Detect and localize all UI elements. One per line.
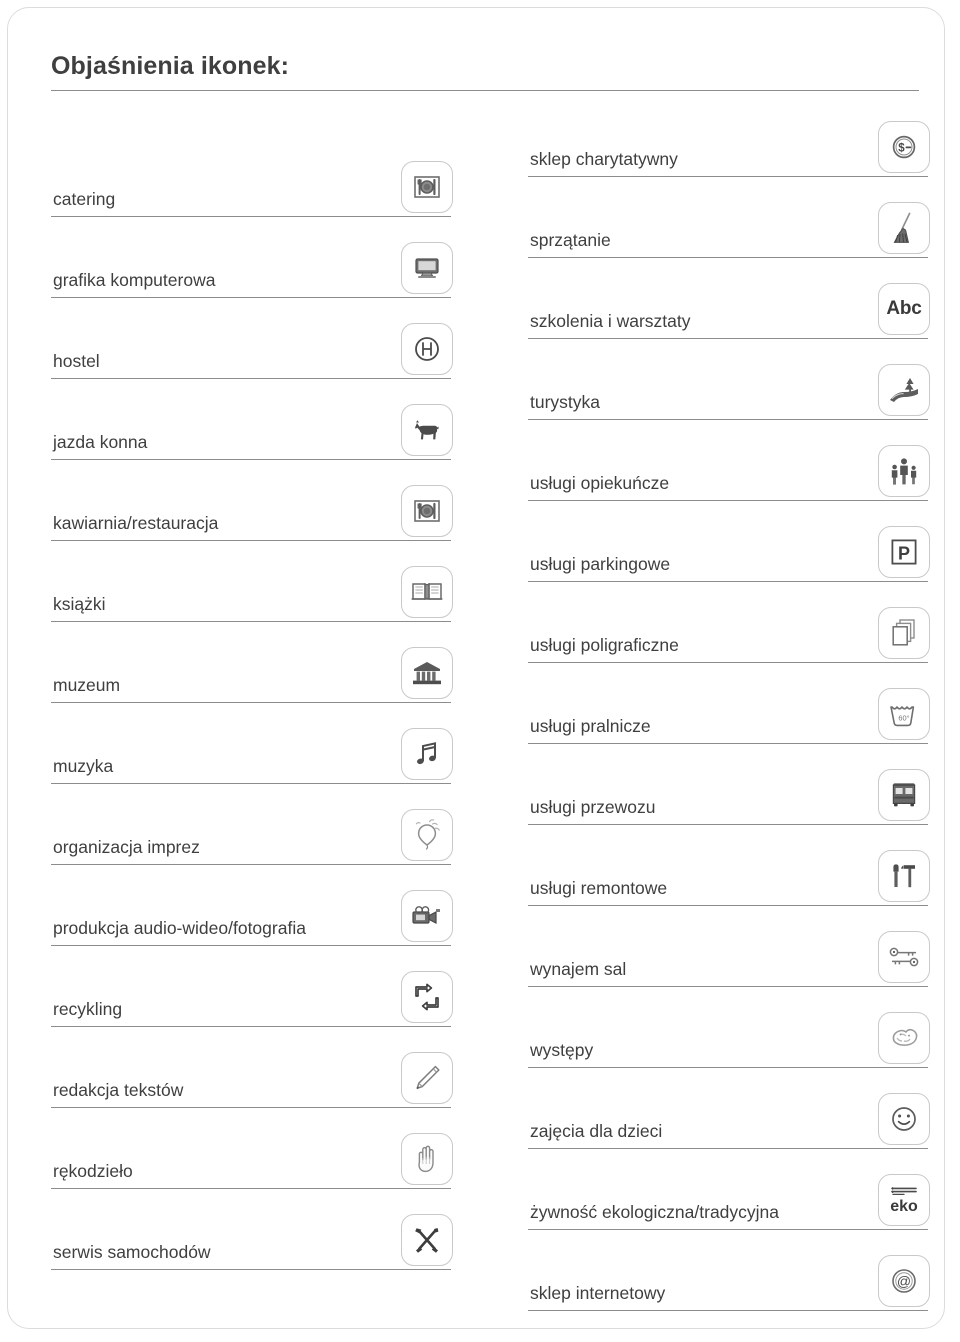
legend-row[interactable]: szkolenia i warsztaty Abc [528,258,930,339]
legend-label: jazda konna [53,432,148,452]
legend-column-left: catering grafika komputerowa hostel jazd… [51,136,453,1270]
eko-food-icon: eko [878,1174,930,1226]
legend-label: szkolenia i warsztaty [530,311,691,331]
performance-icon [878,1012,930,1064]
legend-row[interactable]: kawiarnia/restauracja [51,460,453,541]
music-notes-icon [401,728,453,780]
paper-stack-icon [878,607,930,659]
legend-label: usługi parkingowe [530,554,671,574]
legend-row[interactable]: rękodzieło [51,1108,453,1189]
keys-icon [878,931,930,983]
legend-row[interactable]: zajęcia dla dzieci [528,1068,930,1149]
legend-label: muzeum [53,675,121,695]
parking-p-icon: P [878,526,930,578]
abc-glyph: Abc [886,298,922,319]
legend-row[interactable]: usługi remontowe [528,825,930,906]
legend-row[interactable]: występy [528,987,930,1068]
legend-row[interactable]: żywność ekologiczna/tradycyjna eko [528,1149,930,1230]
abc-text-icon: Abc [878,283,930,335]
svg-text:60°: 60° [898,713,909,722]
legend-label: występy [530,1040,594,1060]
wash-tub-icon: 60° [878,688,930,740]
legend-label: muzyka [53,756,114,776]
legend-row[interactable]: usługi parkingowe P [528,501,930,582]
legend-label: turystyka [530,392,601,412]
trail-tree-icon [878,364,930,416]
legend-label: serwis samochodów [53,1242,211,1262]
legend-label: żywność ekologiczna/tradycyjna [530,1202,780,1222]
legend-label: usługi remontowe [530,878,668,898]
legend-label: catering [53,189,116,209]
video-camera-icon [401,890,453,942]
svg-text:P: P [898,543,910,563]
legend-row[interactable]: redakcja tekstów [51,1027,453,1108]
svg-text:$: $ [898,143,905,155]
legend-label: usługi pralnicze [530,716,651,736]
legend-label: rękodzieło [53,1161,133,1181]
svg-text:@: @ [897,1273,911,1289]
legend-label: wynajem sal [530,959,627,979]
balloon-icon [401,809,453,861]
legend-row[interactable]: organizacja imprez [51,784,453,865]
legend-row[interactable]: wynajem sal [528,906,930,987]
open-book-icon [401,566,453,618]
legend-label: organizacja imprez [53,837,200,857]
legend-row[interactable]: hostel [51,298,453,379]
legend-row[interactable]: grafika komputerowa [51,217,453,298]
smiley-face-icon [878,1093,930,1145]
legend-row[interactable]: usługi pralnicze 60° [528,663,930,744]
legend-label: usługi poligraficzne [530,635,679,655]
legend-label: zajęcia dla dzieci [530,1121,663,1141]
legend-row[interactable]: usługi przewozu [528,744,930,825]
legend-column-right: sklep charytatywny $ sprzątanie szkoleni… [528,96,930,1311]
legend-row[interactable]: sklep internetowy @ [528,1230,930,1311]
plate-cutlery-icon [401,161,453,213]
family-people-icon [878,445,930,497]
legend-row[interactable]: muzeum [51,622,453,703]
open-hand-icon [401,1133,453,1185]
plate-cutlery-icon [401,485,453,537]
legend-label: sprzątanie [530,230,611,250]
computer-monitor-icon [401,242,453,294]
eko-glyph: eko [890,1198,918,1215]
circled-h-icon [401,323,453,375]
legend-row[interactable]: książki [51,541,453,622]
legend-row[interactable]: turystyka [528,339,930,420]
legend-label: książki [53,594,106,614]
legend-columns: catering grafika komputerowa hostel jazd… [8,8,944,1328]
legend-label: grafika komputerowa [53,270,216,290]
legend-row[interactable]: usługi opiekuńcze [528,420,930,501]
brush-hammer-icon [878,850,930,902]
pen-icon [401,1052,453,1104]
legend-row[interactable]: serwis samochodów [51,1189,453,1270]
legend-row[interactable]: muzyka [51,703,453,784]
coin-dollar-icon: $ [878,121,930,173]
bus-icon [878,769,930,821]
legend-label: usługi opiekuńcze [530,473,670,493]
legend-row[interactable]: catering [51,136,453,217]
document-page: Objaśnienia ikonek: catering grafika kom… [7,7,945,1329]
legend-row[interactable]: recykling [51,946,453,1027]
legend-label: sklep charytatywny [530,149,678,169]
legend-label: produkcja audio-wideo/fotografia [53,918,306,938]
legend-label: hostel [53,351,100,371]
legend-label: usługi przewozu [530,797,656,817]
at-sign-icon: @ [878,1255,930,1307]
legend-row[interactable]: jazda konna [51,379,453,460]
hammer-wrench-icon [401,1214,453,1266]
museum-building-icon [401,647,453,699]
legend-row[interactable]: sprzątanie [528,177,930,258]
legend-label: recykling [53,999,123,1019]
horse-icon [401,404,453,456]
broom-icon [878,202,930,254]
fork-knife-icon [891,1187,917,1196]
legend-row[interactable]: produkcja audio-wideo/fotografia [51,865,453,946]
legend-label: sklep internetowy [530,1283,666,1303]
recycling-arrows-icon [401,971,453,1023]
legend-row[interactable]: sklep charytatywny $ [528,96,930,177]
legend-label: redakcja tekstów [53,1080,184,1100]
legend-row[interactable]: usługi poligraficzne [528,582,930,663]
legend-label: kawiarnia/restauracja [53,513,219,533]
